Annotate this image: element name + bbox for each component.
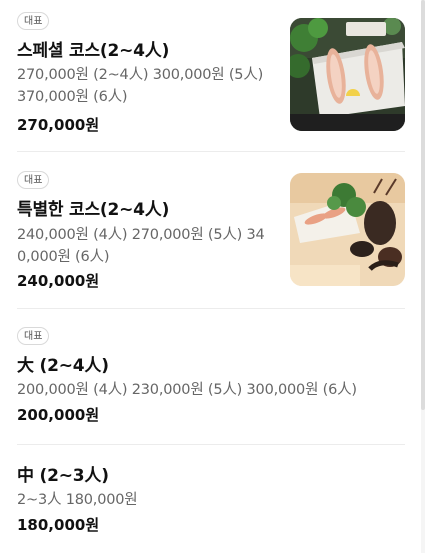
menu-list: 대표 스페셜 코스(2~4人) 270,000원 (2~4人) 300,000원…: [0, 0, 421, 553]
menu-item-description: 240,000원 (4人) 270,000원 (5人) 340,000원 (6人…: [17, 227, 265, 265]
lobster-platter-photo: [290, 173, 405, 286]
menu-item-name: 大 (2~4人): [17, 356, 109, 376]
menu-item-description: 200,000원 (4人) 230,000원 (5人) 300,000원 (6人…: [17, 382, 357, 398]
menu-item-description: 270,000원 (2~4人) 300,000원 (5人) 370,000원 (…: [17, 67, 264, 105]
scrollbar[interactable]: [421, 0, 425, 553]
lobster-sashimi-photo: [290, 18, 405, 131]
menu-item-large[interactable]: 대표 大 (2~4人) 200,000원 (4人) 230,000원 (5人) …: [17, 309, 405, 444]
signature-badge: 대표: [17, 12, 50, 30]
menu-item-price: 180,000원: [17, 516, 100, 534]
menu-item-name: 특별한 코스(2~4人): [17, 200, 170, 220]
menu-item-special-occasion-course[interactable]: 대표 특별한 코스(2~4人) 240,000원 (4人) 270,000원 (…: [17, 152, 405, 308]
menu-item-price: 270,000원: [17, 116, 100, 134]
menu-item-photo[interactable]: [290, 18, 405, 131]
menu-item-price: 240,000원: [17, 272, 100, 290]
menu-item-name: 中 (2~3人): [17, 466, 109, 486]
signature-badge: 대표: [17, 171, 50, 189]
menu-item-photo[interactable]: [290, 173, 405, 286]
signature-badge: 대표: [17, 327, 50, 345]
menu-item-medium[interactable]: 中 (2~3人) 2~3人 180,000원 180,000원: [17, 445, 405, 553]
menu-item-name: 스페셜 코스(2~4人): [17, 41, 170, 61]
menu-item-special-course[interactable]: 대표 스페셜 코스(2~4人) 270,000원 (2~4人) 300,000원…: [17, 0, 405, 151]
menu-item-price: 200,000원: [17, 406, 100, 424]
menu-item-description: 2~3人 180,000원: [17, 492, 138, 508]
scrollbar-thumb[interactable]: [421, 0, 425, 410]
